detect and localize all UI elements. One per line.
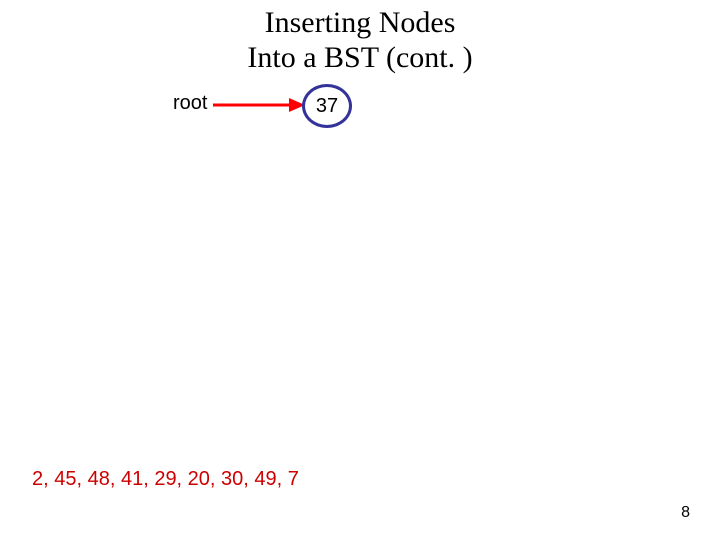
slide-title-line1: Inserting Nodes [265,6,456,39]
bst-node-root: 37 [302,84,352,128]
insert-sequence: 2, 45, 48, 41, 29, 20, 30, 49, 7 [32,468,299,491]
slide-title: Inserting Nodes Into a BST (cont. ) [0,6,720,75]
bst-node-root-value: 37 [316,95,338,118]
root-arrow-icon [213,96,305,114]
slide-title-line2: Into a BST (cont. ) [247,41,472,74]
root-label: root [173,92,207,115]
page-number: 8 [681,504,690,522]
